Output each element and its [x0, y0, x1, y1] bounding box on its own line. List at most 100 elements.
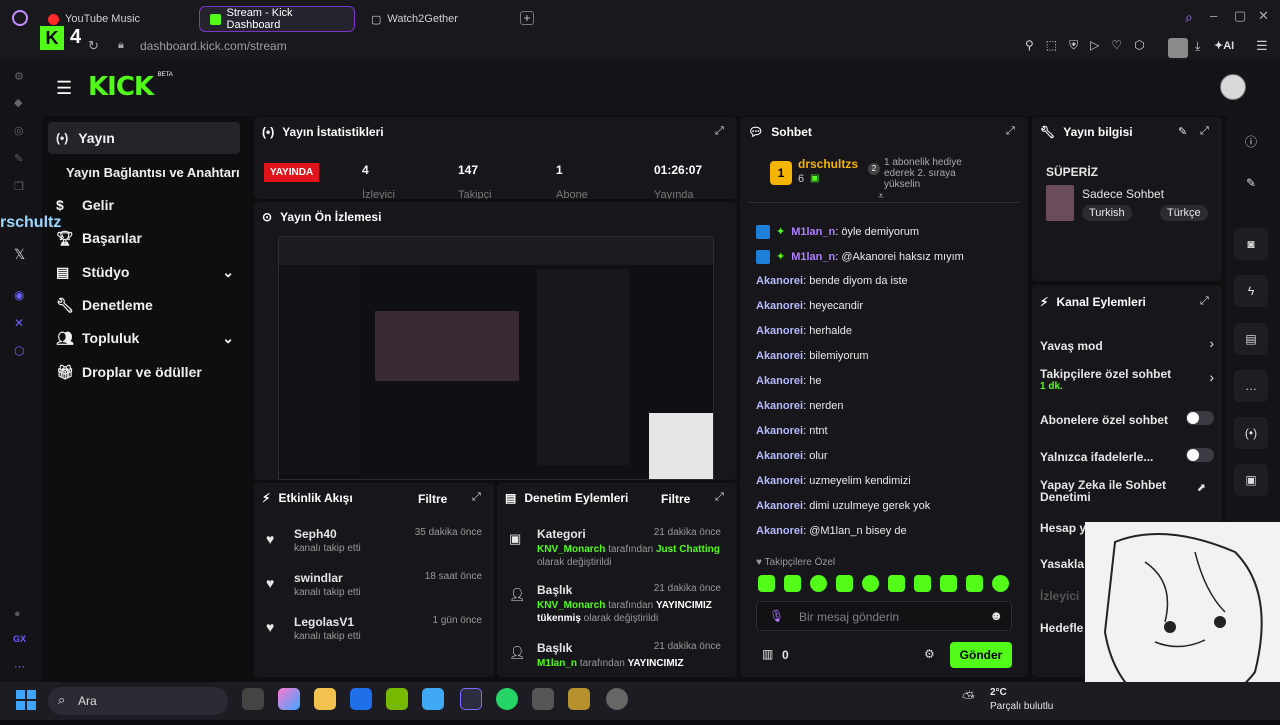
screenshot-icon[interactable]: ⬚	[1046, 38, 1057, 53]
nvidia-icon[interactable]	[386, 688, 408, 710]
heart-icon[interactable]: ♡	[1111, 38, 1122, 53]
camera-icon[interactable]: ◙	[1234, 228, 1268, 260]
popout-icon[interactable]: ⤢	[1200, 125, 1212, 137]
emote-only-toggle[interactable]	[1186, 448, 1214, 462]
chat-bubble-icon[interactable]: …	[1234, 370, 1268, 402]
app-icon-3[interactable]	[568, 688, 590, 710]
send-button[interactable]: Gönder	[950, 642, 1012, 668]
emote-icon[interactable]	[784, 575, 801, 592]
nav-item-droplar[interactable]: 🎁︎ Droplar ve ödüller	[48, 356, 240, 388]
emote-icon[interactable]	[940, 575, 957, 592]
app-icon-2[interactable]	[532, 688, 554, 710]
action-ai-moderation[interactable]: Yapay Zeka ile Sohbet Denetimi ⬈	[1040, 479, 1214, 503]
minimize-button[interactable]: –	[1210, 8, 1217, 23]
nav-item-topluluk[interactable]: 👥︎ Topluluk ⌄	[48, 322, 240, 354]
kick-logo[interactable]: KICK BETA	[88, 72, 173, 102]
whatsapp-icon[interactable]	[496, 688, 518, 710]
chat-username[interactable]: Akanorei	[756, 525, 803, 537]
menu-icon[interactable]: ☰	[1256, 38, 1268, 54]
action-subs-only[interactable]: Abonelere özel sohbet	[1040, 411, 1214, 429]
tag-chip[interactable]: Turkish	[1082, 205, 1132, 221]
action-emote-only[interactable]: Yalnızca ifadelerle...	[1040, 448, 1214, 466]
editor-icon[interactable]	[350, 688, 372, 710]
layout-icon[interactable]: ▣	[1234, 464, 1268, 496]
collapse-icon[interactable]: ⩡	[878, 191, 884, 202]
ai-button[interactable]: ✦AI	[1214, 39, 1234, 52]
popout-icon[interactable]: ⤢	[715, 491, 727, 503]
more-icon[interactable]: ⋯	[14, 660, 25, 673]
category-name[interactable]: Sadece Sohbet	[1082, 187, 1164, 201]
extensions-icon[interactable]: ⬡	[1134, 38, 1144, 53]
action-followers-only[interactable]: Takipçilere özel sohbet 1 dk. ›	[1040, 367, 1214, 392]
kick-extension-badge[interactable]: K	[40, 26, 64, 50]
chat-username[interactable]: Akanorei	[756, 325, 803, 337]
play-icon[interactable]: ▷	[1090, 38, 1099, 53]
sidebar-icon-1[interactable]: ⚙	[14, 70, 24, 83]
nav-item-basarilar[interactable]: 🏆︎ Başarılar	[48, 222, 240, 254]
popout-icon[interactable]: ⤢	[715, 125, 727, 137]
action-label-hedefle[interactable]: Hedefle	[1040, 621, 1083, 635]
emote-icon[interactable]	[810, 575, 827, 592]
emoji-icon[interactable]: ☻	[989, 608, 1003, 623]
emote-icon[interactable]	[836, 575, 853, 592]
chat-username[interactable]: Akanorei	[756, 350, 803, 362]
popout-icon[interactable]: ⤢	[472, 491, 484, 503]
opera-gx-icon[interactable]	[460, 688, 482, 710]
emote-icon[interactable]	[966, 575, 983, 592]
emote-icon[interactable]	[862, 575, 879, 592]
tab-kick-dashboard[interactable]: Stream - Kick Dashboard	[199, 6, 355, 32]
info-icon[interactable]: ⓘ	[1234, 125, 1268, 157]
action-slow-mode[interactable]: Yavaş mod ›	[1040, 335, 1214, 355]
emote-icon[interactable]	[914, 575, 931, 592]
chat-username[interactable]: Akanorei	[756, 425, 803, 437]
tag-chip[interactable]: Türkçe	[1160, 205, 1208, 221]
task-view-icon[interactable]	[242, 688, 264, 710]
new-tab-button[interactable]: +	[520, 11, 534, 25]
emote-icon[interactable]	[992, 575, 1009, 592]
chat-username[interactable]: Akanorei	[756, 375, 803, 387]
copilot-icon[interactable]	[278, 688, 300, 710]
chat-username[interactable]: Akanorei	[756, 500, 803, 512]
chat-username[interactable]: Akanorei	[756, 300, 803, 312]
broadcast-icon[interactable]: (•)	[1234, 417, 1268, 449]
chat-username[interactable]: Akanorei	[756, 400, 803, 412]
filter-button[interactable]: Filtre	[661, 492, 690, 506]
close-button[interactable]: ✕	[1258, 8, 1269, 24]
gx-icon[interactable]: GX	[13, 634, 26, 644]
sidebar-icon-7[interactable]: ⬡	[14, 344, 24, 358]
chat-username[interactable]: Akanorei	[756, 275, 803, 287]
nav-item-stream-key[interactable]: Yayın Bağlantısı ve Anahtarı	[48, 156, 252, 188]
action-label-hesap[interactable]: Hesap y	[1040, 521, 1086, 535]
emote-icon[interactable]	[758, 575, 775, 592]
app-icon-4[interactable]	[606, 688, 628, 710]
chat-username[interactable]: M1lan_n	[791, 226, 835, 238]
edit-icon[interactable]: ✎	[1178, 125, 1187, 138]
extension-icons[interactable]: ⚲ ⬚ ⛨ ▷ ♡ ⬡	[1025, 38, 1145, 53]
chat-username[interactable]: Akanorei	[756, 475, 803, 487]
points-icon[interactable]: ▥	[762, 647, 773, 661]
taskbar-search[interactable]: ⌕ Ara	[48, 687, 228, 715]
url-field[interactable]: dashboard.kick.com/stream	[140, 39, 287, 53]
notes-icon[interactable]: ▤	[1234, 323, 1268, 355]
search-tabs-icon[interactable]: ⌕	[1185, 9, 1193, 26]
start-button[interactable]	[16, 690, 36, 710]
x-twitter-icon[interactable]: 𝕏	[14, 246, 25, 263]
popout-icon[interactable]: ⤢	[1006, 125, 1018, 137]
nav-item-studyo[interactable]: ▤ Stüdyo ⌄	[48, 256, 240, 288]
sidebar-icon-3[interactable]: ◎	[14, 124, 24, 137]
download-icon[interactable]: ⤓	[1195, 39, 1200, 54]
subs-only-toggle[interactable]	[1186, 411, 1214, 425]
maximize-button[interactable]: ▢	[1234, 8, 1246, 24]
microphone-icon[interactable]: 🎙︎	[769, 609, 784, 623]
app-icon-1[interactable]	[422, 688, 444, 710]
sidebar-icon-2[interactable]: ◆	[14, 96, 22, 109]
nav-item-gelir[interactable]: $ Gelir	[48, 189, 240, 221]
opera-logo-icon[interactable]	[12, 10, 28, 26]
action-label-izleyici[interactable]: İzleyici	[1040, 589, 1079, 603]
shield-icon[interactable]: ⛨	[1069, 38, 1078, 53]
reload-icon[interactable]: ↻	[88, 38, 99, 54]
sidebar-icon-8[interactable]: ●	[14, 608, 21, 620]
file-explorer-icon[interactable]	[314, 688, 336, 710]
sidebar-icon-6[interactable]: ✕	[14, 316, 24, 330]
chat-username[interactable]: M1lan_n	[791, 251, 835, 263]
